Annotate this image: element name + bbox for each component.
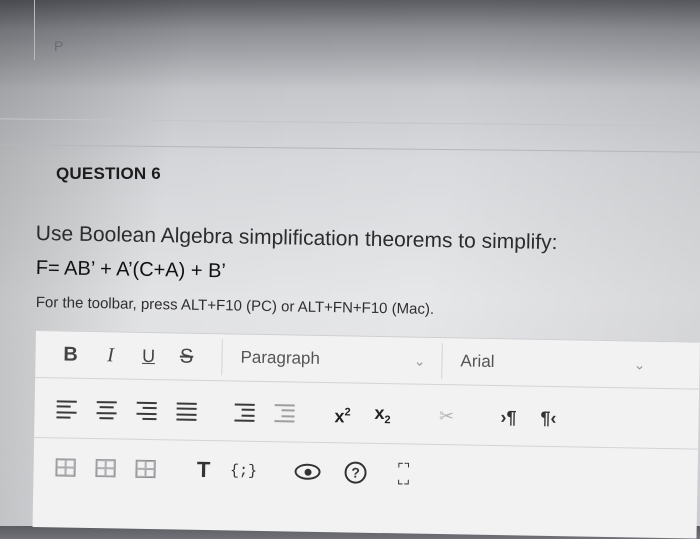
strikethrough-button[interactable]: S	[171, 345, 201, 369]
format-select[interactable]: Paragraph ⌄	[221, 339, 436, 379]
align-center-icon	[96, 401, 117, 420]
table-icon	[55, 458, 76, 477]
chevron-down-icon: ⌄	[413, 352, 426, 369]
unlink-button[interactable]: ✂	[426, 396, 467, 437]
ltr-button[interactable]: ›¶	[488, 397, 529, 438]
previous-answer-box	[34, 0, 700, 60]
text-t-icon: T	[196, 456, 211, 483]
toolbar-row-2: x2 x2 ✂ ›¶ ¶‹	[34, 380, 700, 450]
table-delete-button[interactable]	[125, 449, 166, 490]
align-right-icon	[136, 401, 157, 421]
insert-table-button[interactable]	[45, 447, 86, 488]
fullscreen-button[interactable]: ⌜⌝ ⌞⌟	[383, 453, 424, 494]
outdent-button[interactable]	[264, 393, 305, 434]
code-icon: {;}	[229, 461, 258, 480]
question-title: QUESTION 6	[56, 164, 161, 183]
underline-button[interactable]: U	[133, 345, 163, 367]
help-icon: ?	[344, 461, 367, 484]
table-row-button[interactable]	[85, 448, 126, 489]
fullscreen-icon: ⌜⌝ ⌞⌟	[396, 460, 411, 487]
chevron-down-icon: ⌄	[633, 355, 646, 373]
align-left-button[interactable]	[46, 389, 87, 430]
italic-button[interactable]: I	[95, 344, 125, 368]
outdent-icon	[274, 404, 295, 423]
eye-icon	[294, 463, 321, 480]
toolbar-row-1: B I U S Paragraph ⌄ Arial ⌄	[35, 330, 700, 390]
align-left-icon	[56, 400, 77, 419]
superscript-button[interactable]: x2	[322, 394, 363, 435]
indent-button[interactable]	[224, 392, 265, 433]
preview-button[interactable]	[287, 451, 328, 492]
justify-button[interactable]	[166, 391, 207, 432]
font-family-select[interactable]: Arial ⌄	[441, 343, 656, 383]
question-formula: F= AB’ + A’(C+A) + B’	[35, 257, 227, 283]
unlink-icon: ✂	[438, 405, 455, 426]
font-select-value: Arial	[460, 351, 495, 372]
bold-button[interactable]: B	[55, 343, 85, 367]
help-button[interactable]: ?	[335, 452, 376, 493]
toolbar-row-3: T {;} ? ⌜⌝ ⌞⌟	[33, 441, 698, 505]
subscript-icon: x2	[374, 402, 391, 427]
align-right-button[interactable]	[126, 391, 167, 432]
rich-text-editor: B I U S Paragraph ⌄ Arial ⌄ x2 x2 ✂ ›¶ ¶…	[32, 330, 700, 539]
source-code-button[interactable]: {;}	[223, 450, 264, 491]
clear-format-button[interactable]: T	[183, 450, 224, 491]
previous-block-label: P	[54, 38, 64, 54]
table-row-icon	[95, 459, 116, 478]
superscript-icon: x2	[334, 405, 351, 426]
indent-icon	[234, 403, 255, 422]
format-select-value: Paragraph	[240, 347, 321, 368]
rtl-button[interactable]: ¶‹	[528, 398, 569, 439]
table-delete-icon	[135, 459, 156, 479]
align-center-button[interactable]	[86, 390, 127, 431]
subscript-button[interactable]: x2	[362, 395, 403, 436]
justify-icon	[176, 402, 197, 421]
